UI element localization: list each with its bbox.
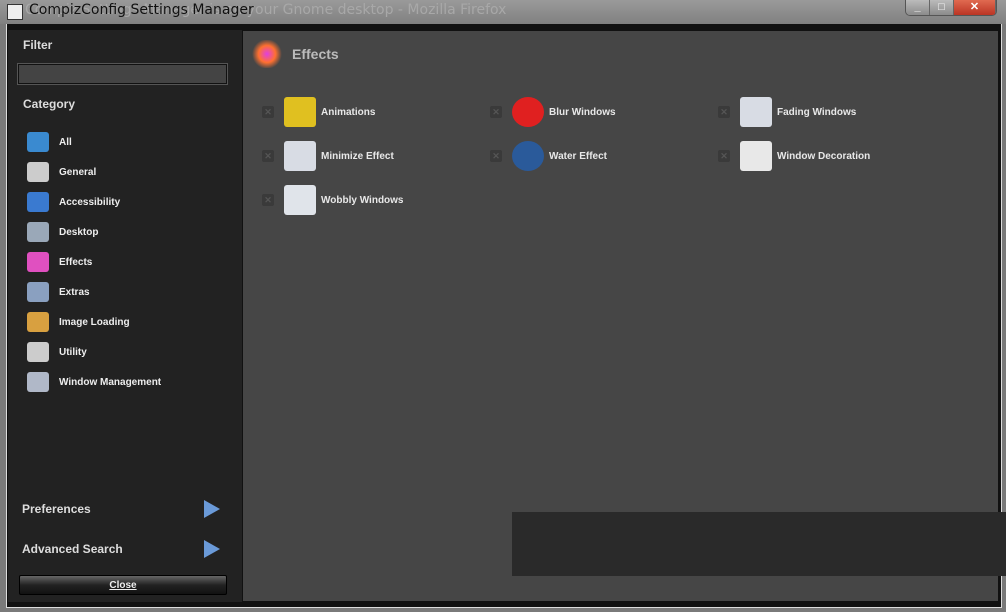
sidebar-item-label: Window Management: [59, 376, 162, 388]
extras-icon: [27, 282, 49, 302]
palette-icon: [27, 312, 49, 332]
wheelchair-icon: [27, 192, 49, 212]
page-title: Effects: [292, 46, 339, 62]
filter-input[interactable]: [18, 64, 227, 84]
plugin-label: Fading Windows: [777, 106, 857, 118]
gear-icon: [27, 342, 49, 362]
desktop-icon: [27, 222, 49, 242]
sidebar-item-label: Utility: [59, 346, 87, 358]
lamp-icon: [284, 97, 316, 127]
fading-window-icon: [740, 97, 772, 127]
minimize-icon: [284, 141, 316, 171]
plugin-label: Blur Windows: [549, 106, 616, 118]
preferences-link[interactable]: Preferences: [22, 502, 91, 516]
plugin-animations[interactable]: ✕ Animations: [262, 97, 375, 127]
plugin-window-decoration[interactable]: ✕ Window Decoration: [718, 141, 870, 171]
plugin-checkbox[interactable]: ✕: [262, 150, 274, 162]
minimize-button[interactable]: _: [906, 0, 930, 15]
plugin-label: Window Decoration: [777, 150, 871, 162]
sidebar-item-label: General: [59, 166, 97, 178]
plugin-checkbox[interactable]: ✕: [718, 106, 730, 118]
plugin-blur-windows[interactable]: ✕ Blur Windows: [490, 97, 616, 127]
plugin-checkbox[interactable]: ✕: [718, 150, 730, 162]
plugin-label: Minimize Effect: [321, 150, 394, 162]
plugin-label: Animations: [321, 106, 376, 118]
water-drop-icon: [512, 141, 544, 171]
plugin-wobbly-windows[interactable]: ✕ Wobbly Windows: [262, 185, 404, 215]
sidebar-item-image-loading[interactable]: Image Loading: [27, 311, 130, 333]
plugin-label: Water Effect: [549, 150, 607, 162]
plugin-fading-windows[interactable]: ✕ Fading Windows: [718, 97, 856, 127]
overlay-panel: [512, 512, 1006, 576]
window-title: CompizConfig Settings Manager: [29, 2, 254, 18]
wobbly-window-icon: [284, 185, 316, 215]
filter-label: Filter: [23, 38, 53, 52]
app-icon: [7, 4, 23, 20]
sidebar-item-label: Desktop: [59, 226, 99, 238]
sidebar-item-effects[interactable]: Effects: [27, 251, 92, 273]
plugin-checkbox[interactable]: ✕: [262, 194, 274, 206]
gear-icon: [27, 162, 49, 182]
advanced-search-link[interactable]: Advanced Search: [22, 542, 123, 556]
plugin-water-effect[interactable]: ✕ Water Effect: [490, 141, 607, 171]
sidebar-item-label: Image Loading: [59, 316, 130, 328]
title-bar: le Compiz Settings Manager is on your Gn…: [0, 0, 1006, 24]
maximize-button[interactable]: □: [930, 0, 954, 15]
plugin-checkbox[interactable]: ✕: [490, 150, 502, 162]
close-label: Close: [109, 580, 137, 591]
window-icon: [27, 372, 49, 392]
globe-icon: [27, 132, 49, 152]
arrow-right-icon[interactable]: [204, 500, 220, 518]
window-decoration-icon: [740, 141, 772, 171]
sidebar-item-label: Accessibility: [59, 196, 121, 208]
fireworks-icon: [251, 40, 283, 68]
sidebar-item-label: Effects: [59, 256, 93, 268]
sidebar-item-accessibility[interactable]: Accessibility: [27, 191, 120, 213]
close-button[interactable]: Close: [19, 575, 227, 595]
sidebar-item-general[interactable]: General: [27, 161, 96, 183]
sidebar-item-all[interactable]: All: [27, 131, 72, 153]
blur-icon: [512, 97, 544, 127]
plugin-checkbox[interactable]: ✕: [490, 106, 502, 118]
category-label: Category: [23, 97, 76, 111]
plugin-minimize-effect[interactable]: ✕ Minimize Effect: [262, 141, 394, 171]
sidebar-item-label: All: [59, 136, 72, 148]
sidebar-item-extras[interactable]: Extras: [27, 281, 90, 303]
arrow-right-icon[interactable]: [204, 540, 220, 558]
sidebar-item-utility[interactable]: Utility: [27, 341, 87, 363]
sidebar-item-window-management[interactable]: Window Management: [27, 371, 161, 393]
sidebar-item-label: Extras: [59, 286, 90, 298]
close-window-button[interactable]: ✕: [954, 0, 996, 15]
plugin-label: Wobbly Windows: [321, 194, 404, 206]
sidebar-item-desktop[interactable]: Desktop: [27, 221, 98, 243]
fireworks-icon: [27, 252, 49, 272]
plugin-checkbox[interactable]: ✕: [262, 106, 274, 118]
